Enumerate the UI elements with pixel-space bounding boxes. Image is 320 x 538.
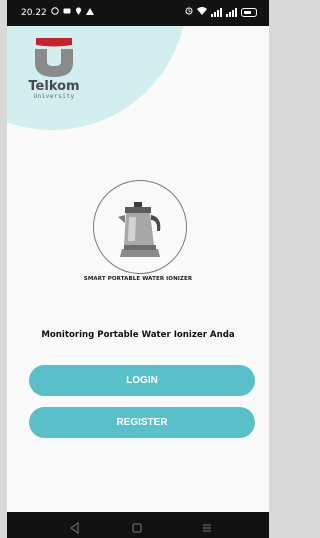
login-button[interactable]: LOGIN bbox=[29, 365, 255, 396]
product-emblem bbox=[93, 180, 187, 274]
status-left: 20.22 bbox=[21, 7, 94, 18]
wifi-icon bbox=[197, 7, 207, 18]
telkom-university-logo: Telkom University bbox=[19, 36, 89, 101]
navigation-bar bbox=[7, 512, 269, 538]
battery-icon bbox=[241, 8, 257, 17]
alarm-icon bbox=[185, 7, 193, 18]
whatsapp-icon bbox=[51, 7, 59, 18]
message-icon bbox=[63, 8, 71, 18]
back-icon[interactable] bbox=[69, 519, 83, 534]
register-button[interactable]: REGISTER bbox=[29, 407, 255, 438]
logo-name: Telkom bbox=[28, 79, 80, 94]
status-bar: 20.22 bbox=[7, 0, 269, 26]
recent-apps-icon[interactable] bbox=[201, 519, 215, 532]
signal-icon bbox=[211, 8, 222, 17]
water-ionizer-kettle-icon bbox=[118, 202, 161, 257]
home-icon[interactable] bbox=[131, 519, 145, 533]
emblem-caption: SMART PORTABLE WATER IONIZER bbox=[83, 276, 193, 282]
location-icon bbox=[75, 7, 82, 18]
tagline: Monitoring Portable Water Ionizer Anda bbox=[41, 330, 235, 340]
status-time: 20.22 bbox=[21, 7, 47, 18]
status-right bbox=[185, 7, 257, 18]
logo-subtitle: University bbox=[33, 93, 75, 100]
alert-icon bbox=[85, 7, 94, 18]
telkom-logo-mark-icon bbox=[35, 38, 73, 77]
app-screen: 20.22 Telkom University SMART PORTABLE W… bbox=[7, 0, 269, 538]
signal-icon bbox=[226, 8, 237, 17]
